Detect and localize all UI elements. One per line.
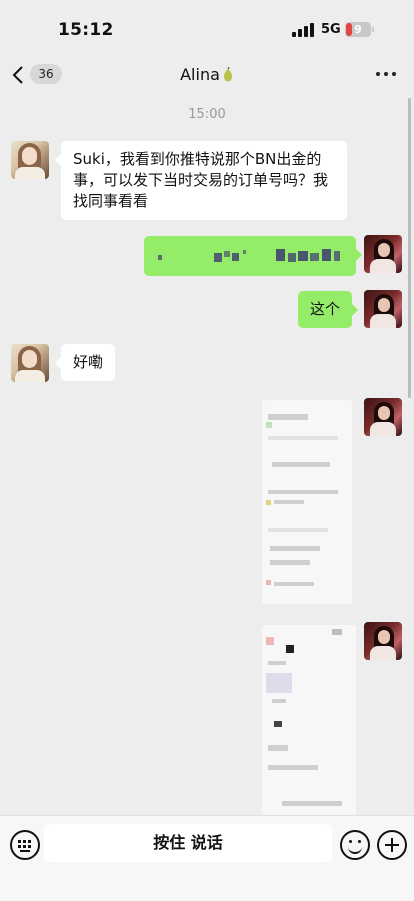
self-avatar[interactable]	[364, 398, 402, 436]
hold-to-talk-button[interactable]: 按住 说话	[44, 824, 332, 862]
battery-icon: 9	[345, 22, 375, 37]
chat-input-bar: 按住 说话	[0, 815, 414, 901]
cellular-signal-icon	[292, 23, 316, 37]
keyboard-icon[interactable]	[10, 830, 40, 860]
status-time: 15:12	[58, 20, 114, 40]
chat-title: Alina	[0, 65, 414, 84]
outgoing-message-bubble[interactable]	[144, 236, 362, 276]
self-avatar[interactable]	[364, 235, 402, 273]
shared-image-message[interactable]	[262, 400, 352, 604]
contact-avatar[interactable]	[11, 141, 49, 179]
self-avatar[interactable]	[364, 290, 402, 328]
outgoing-message-bubble[interactable]: 这个	[298, 291, 359, 328]
battery-level: 9	[354, 23, 362, 36]
shared-image-message[interactable]	[262, 625, 356, 815]
incoming-message-bubble[interactable]: Suki，我看到你推特说那个BN出金的事，可以发下当时交易的订单号吗？我找同事看…	[55, 141, 347, 220]
message-text: Suki，我看到你推特说那个BN出金的事，可以发下当时交易的订单号吗？我找同事看…	[73, 150, 329, 210]
contact-avatar[interactable]	[11, 344, 49, 382]
chat-header: 36 Alina	[0, 56, 414, 92]
chat-timestamp: 15:00	[188, 107, 226, 122]
contact-name: Alina	[180, 65, 220, 84]
plus-icon[interactable]	[377, 830, 407, 860]
message-text: 好嘞	[73, 353, 104, 371]
self-avatar[interactable]	[364, 622, 402, 660]
more-options-icon[interactable]	[376, 66, 396, 82]
pear-emoji-icon	[223, 67, 232, 82]
scrollbar[interactable]	[408, 98, 411, 398]
message-text: 这个	[310, 300, 341, 318]
emoji-icon[interactable]	[340, 830, 370, 860]
status-bar: 15:12 5G 9	[0, 0, 414, 56]
incoming-message-bubble[interactable]: 好嘞	[54, 344, 116, 381]
network-type: 5G	[321, 22, 341, 37]
